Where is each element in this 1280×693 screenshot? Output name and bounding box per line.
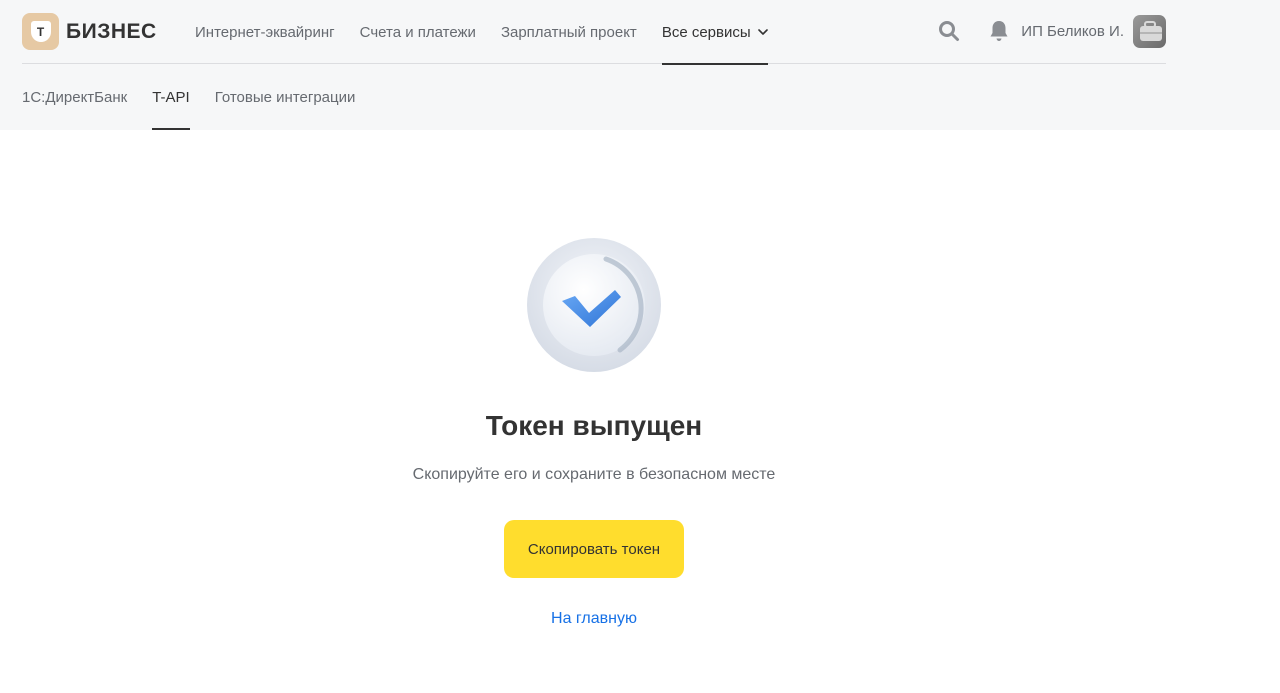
logo-shield-icon: Т — [30, 21, 51, 42]
logo-text: БИЗНЕС — [66, 19, 157, 43]
tab-1c-directbank[interactable]: 1С:ДиректБанк — [22, 65, 127, 130]
main-content: Токен выпущен Скопируйте его и сохраните… — [0, 130, 1280, 693]
sub-navigation: 1С:ДиректБанк T-API Готовые интеграции — [22, 65, 380, 130]
avatar[interactable] — [1133, 14, 1166, 48]
nav-item-accounts-payments[interactable]: Счета и платежи — [360, 0, 476, 64]
nav-item-payroll[interactable]: Зарплатный проект — [501, 0, 637, 64]
check-success-icon — [527, 238, 661, 372]
logo[interactable]: Т БИЗНЕС — [22, 13, 157, 50]
header: Т БИЗНЕС Интернет-эквайринг Счета и плат… — [0, 0, 1280, 130]
briefcase-icon — [1140, 20, 1162, 41]
main-nav: Интернет-эквайринг Счета и платежи Зарпл… — [195, 0, 793, 65]
home-link[interactable]: На главную — [504, 610, 684, 628]
copy-token-button[interactable]: Скопировать токен — [504, 520, 684, 578]
chevron-down-icon — [757, 29, 768, 35]
search-icon[interactable] — [937, 19, 961, 43]
user-name[interactable]: ИП Беликов И. — [1021, 23, 1124, 40]
nav-item-all-services-label: Все сервисы — [661, 23, 751, 41]
top-navigation-bar: Т БИЗНЕС Интернет-эквайринг Счета и плат… — [22, 0, 1166, 65]
page-subtitle: Скопируйте его и сохраните в безопасном … — [412, 466, 776, 483]
tab-ready-integrations[interactable]: Готовые интеграции — [215, 65, 356, 130]
nav-item-all-services[interactable]: Все сервисы — [661, 0, 768, 65]
header-tools: ИП Беликов И. — [937, 14, 1166, 48]
nav-item-acquiring[interactable]: Интернет-эквайринг — [195, 0, 335, 64]
tab-t-api[interactable]: T-API — [152, 65, 190, 130]
logo-badge: Т — [22, 13, 59, 50]
bell-icon[interactable] — [987, 19, 1011, 43]
page-title: Токен выпущен — [485, 410, 703, 441]
